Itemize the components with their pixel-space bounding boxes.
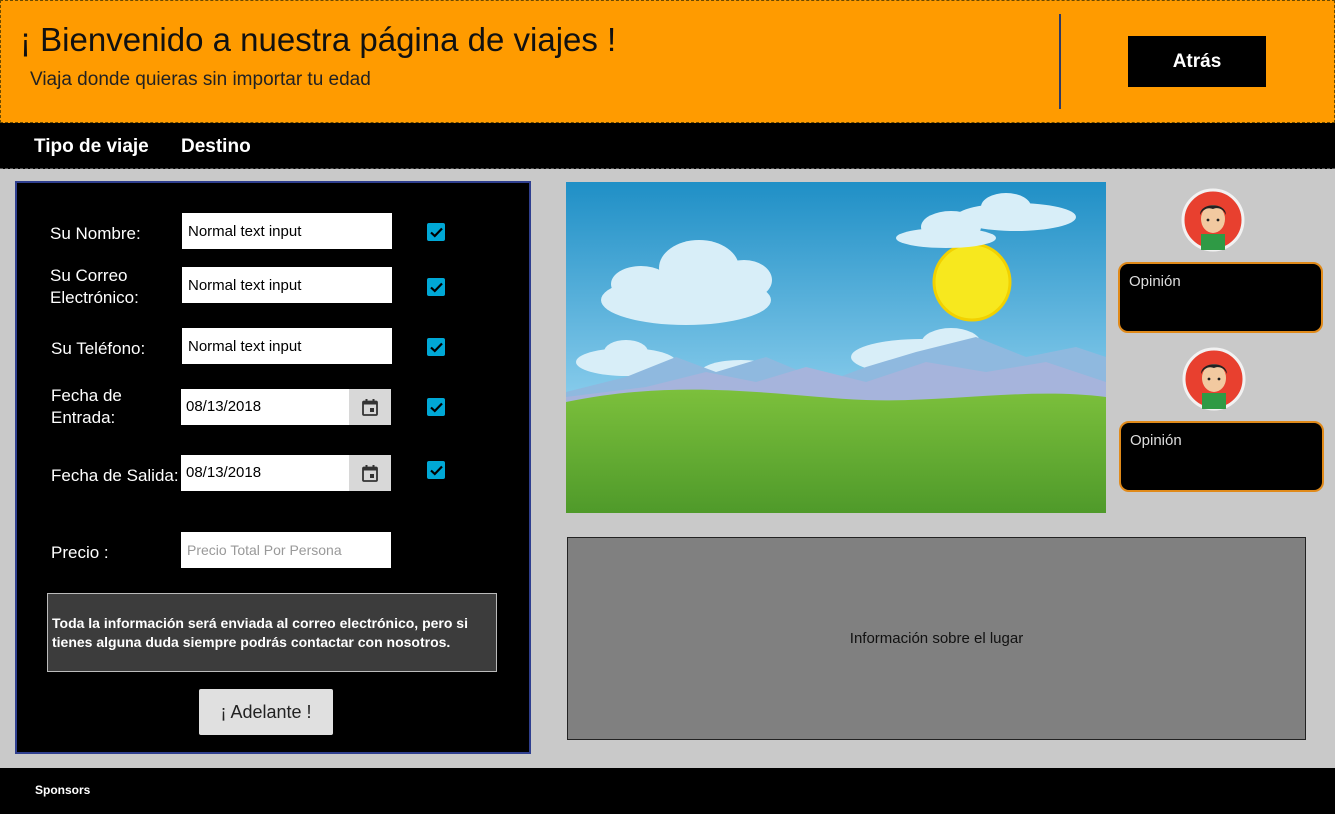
checkmark-icon (429, 227, 443, 238)
info-message: Toda la información será enviada al corr… (47, 593, 497, 672)
checkmark-icon (429, 465, 443, 476)
checkout-checkbox[interactable] (427, 461, 445, 479)
nav-bar: Tipo de viaje Destino (0, 123, 1335, 169)
price-label: Precio : (51, 543, 109, 562)
email-checkbox[interactable] (427, 278, 445, 296)
checkin-checkbox[interactable] (427, 398, 445, 416)
email-label-line1: Su Correo (50, 266, 128, 285)
user-avatar-1 (1181, 188, 1245, 252)
page-subtitle: Viaja donde quieras sin importar tu edad (30, 69, 371, 90)
page-header: ¡ Bienvenido a nuestra página de viajes … (0, 0, 1335, 123)
checkout-date-input[interactable]: 08/13/2018 (181, 455, 391, 491)
name-checkbox[interactable] (427, 223, 445, 241)
header-divider (1059, 14, 1061, 109)
page-footer: Sponsors (0, 768, 1335, 814)
place-info-panel: Información sobre el lugar (567, 537, 1306, 740)
destination-image (566, 182, 1106, 513)
checkout-date-value: 08/13/2018 (186, 464, 262, 481)
checkin-label-line1: Fecha de (51, 386, 122, 405)
checkmark-icon (429, 282, 443, 293)
phone-label: Su Teléfono: (51, 339, 146, 358)
landscape-illustration (566, 182, 1106, 513)
checkin-date-input[interactable]: 08/13/2018 (181, 389, 391, 425)
submit-button[interactable]: ¡ Adelante ! (199, 689, 333, 735)
opinion-box-1: Opinión (1118, 262, 1323, 333)
email-label-line2: Electrónico: (50, 288, 139, 307)
email-label: Su Correo Electrónico: (50, 265, 139, 309)
nav-item-tipo-de-viaje[interactable]: Tipo de viaje (34, 136, 149, 158)
place-info-text: Información sobre el lugar (849, 630, 1024, 647)
user-avatar-icon (1181, 188, 1245, 252)
sponsors-label: Sponsors (35, 783, 91, 797)
phone-checkbox[interactable] (427, 338, 445, 356)
user-avatar-2 (1182, 347, 1246, 411)
booking-form: Su Nombre: Su Correo Electrónico: Su Tel… (15, 181, 531, 754)
nav-item-destino[interactable]: Destino (181, 136, 251, 158)
checkin-label: Fecha de Entrada: (51, 385, 122, 429)
checkout-calendar-button[interactable] (349, 455, 391, 491)
back-button[interactable]: Atrás (1128, 36, 1266, 87)
user-avatar-icon (1182, 347, 1246, 411)
checkout-label: Fecha de Salida: (51, 466, 179, 485)
checkin-calendar-button[interactable] (349, 389, 391, 425)
opinion-box-2: Opinión (1119, 421, 1324, 492)
checkin-label-line2: Entrada: (51, 408, 116, 427)
phone-input[interactable] (182, 328, 392, 364)
checkmark-icon (429, 402, 443, 413)
name-label: Su Nombre: (50, 224, 141, 243)
name-input[interactable] (182, 213, 392, 249)
page-title: ¡ Bienvenido a nuestra página de viajes … (20, 21, 617, 58)
checkin-date-value: 08/13/2018 (186, 398, 262, 415)
calendar-icon (362, 464, 378, 482)
price-input[interactable] (181, 532, 391, 568)
calendar-icon (362, 398, 378, 416)
checkmark-icon (429, 342, 443, 353)
email-input[interactable] (182, 267, 392, 303)
